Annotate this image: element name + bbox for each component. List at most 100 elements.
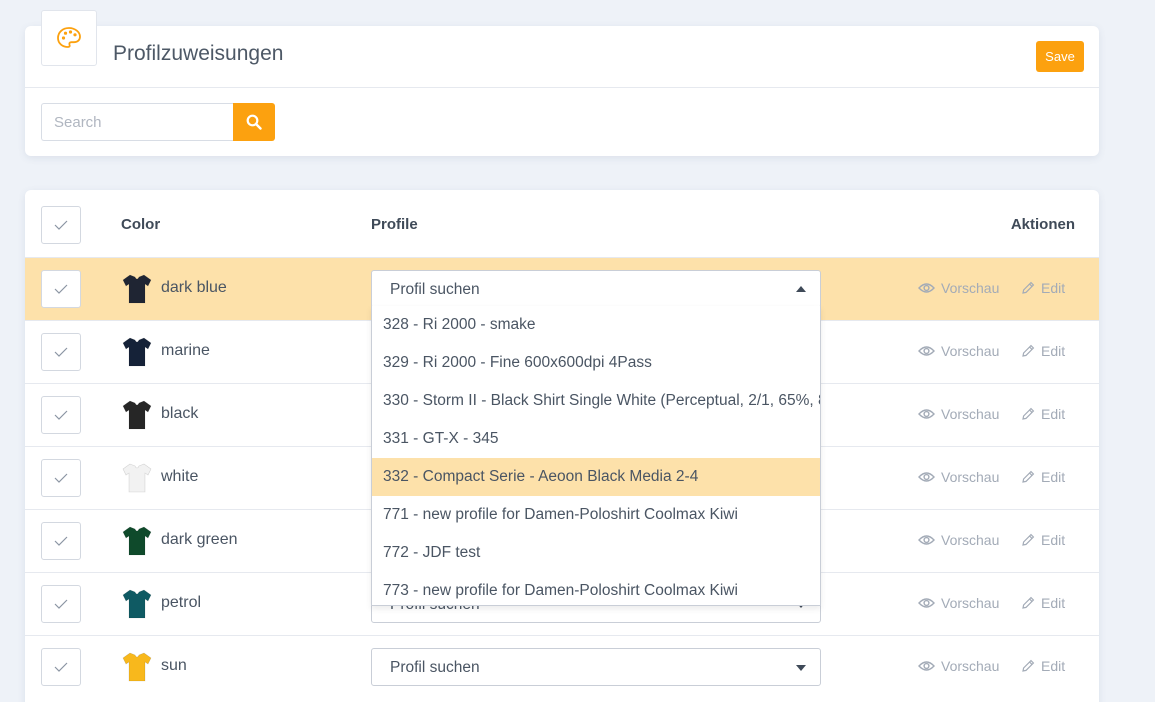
preview-label: Vorschau <box>941 532 1000 548</box>
pencil-icon <box>1022 281 1035 294</box>
eye-icon <box>918 346 935 356</box>
edit-label: Edit <box>1041 406 1066 422</box>
profile-select-value: Profil suchen <box>390 281 480 298</box>
row-checkbox[interactable] <box>41 522 81 560</box>
eye-icon <box>918 661 935 671</box>
profile-dropdown-list: 328 - Ri 2000 - smake 329 - Ri 2000 - Fin… <box>371 306 821 606</box>
row-checkbox[interactable] <box>41 459 81 497</box>
preview-label: Vorschau <box>941 658 1000 674</box>
dropdown-option[interactable]: 772 - JDF test <box>372 534 820 572</box>
check-icon <box>54 662 68 672</box>
preview-label: Vorschau <box>941 469 1000 485</box>
tshirt-icon <box>122 652 152 682</box>
preview-label: Vorschau <box>941 595 1000 611</box>
profile-select[interactable]: Profil suchen <box>371 270 821 308</box>
dropdown-option[interactable]: 773 - new profile for Damen-Poloshirt Co… <box>372 572 820 605</box>
preview-label: Vorschau <box>941 280 1000 296</box>
color-name: marine <box>161 342 210 359</box>
edit-button[interactable]: Edit <box>1021 343 1065 359</box>
select-all-checkbox[interactable] <box>41 206 81 244</box>
eye-icon <box>918 409 935 419</box>
preview-label: Vorschau <box>941 406 1000 422</box>
row-checkbox[interactable] <box>41 648 81 686</box>
edit-label: Edit <box>1041 469 1066 485</box>
check-icon <box>54 347 68 357</box>
eye-icon <box>918 472 935 482</box>
preview-button[interactable]: Vorschau <box>918 532 999 548</box>
save-button[interactable]: Save <box>1036 41 1084 72</box>
check-icon <box>54 410 68 420</box>
dropdown-option[interactable]: 771 - new profile for Damen-Poloshirt Co… <box>372 496 820 534</box>
pencil-icon <box>1022 533 1035 546</box>
edit-label: Edit <box>1041 343 1066 359</box>
pencil-icon <box>1022 470 1035 483</box>
edit-label: Edit <box>1041 280 1066 296</box>
dropdown-option[interactable]: 331 - GT-X - 345 <box>372 420 820 458</box>
edit-button[interactable]: Edit <box>1021 469 1065 485</box>
edit-button[interactable]: Edit <box>1021 280 1065 296</box>
edit-label: Edit <box>1041 595 1066 611</box>
column-header-actions: Aktionen <box>1010 216 1075 233</box>
profile-select-value: Profil suchen <box>390 659 480 676</box>
color-name: dark green <box>161 531 238 548</box>
search-icon <box>246 114 262 130</box>
tshirt-icon <box>122 337 152 367</box>
header-card: Profilzuweisungen Save <box>25 10 1099 156</box>
table-header: Color Profile Aktionen <box>25 190 1099 257</box>
color-name: black <box>161 405 199 422</box>
preview-button[interactable]: Vorschau <box>918 343 999 359</box>
edit-button[interactable]: Edit <box>1021 532 1065 548</box>
chevron-down-icon <box>796 665 806 671</box>
color-name: sun <box>161 657 187 674</box>
preview-button[interactable]: Vorschau <box>918 406 999 422</box>
preview-button[interactable]: Vorschau <box>918 280 999 296</box>
tshirt-icon <box>122 589 152 619</box>
dropdown-option[interactable]: 330 - Storm II - Black Shirt Single Whit… <box>372 382 820 420</box>
tshirt-icon <box>122 274 152 304</box>
dropdown-option[interactable]: 328 - Ri 2000 - smake <box>372 306 820 344</box>
edit-button[interactable]: Edit <box>1021 658 1065 674</box>
row-checkbox[interactable] <box>41 270 81 308</box>
dropdown-option[interactable]: 329 - Ri 2000 - Fine 600x600dpi 4Pass <box>372 344 820 382</box>
check-icon <box>54 284 68 294</box>
preview-button[interactable]: Vorschau <box>918 469 999 485</box>
preview-button[interactable]: Vorschau <box>918 595 999 611</box>
edit-label: Edit <box>1041 658 1066 674</box>
tshirt-icon <box>122 463 152 493</box>
check-icon <box>54 220 68 230</box>
eye-icon <box>918 598 935 608</box>
check-icon <box>54 536 68 546</box>
pencil-icon <box>1022 596 1035 609</box>
dropdown-option[interactable]: 332 - Compact Serie - Aeoon Black Media … <box>372 458 820 496</box>
header-bar: Profilzuweisungen Save <box>25 10 1099 88</box>
table-row: sun Profil suchen Vorschau Edit <box>25 635 1099 698</box>
row-checkbox[interactable] <box>41 396 81 434</box>
edit-button[interactable]: Edit <box>1021 595 1065 611</box>
tshirt-icon <box>122 400 152 430</box>
check-icon <box>54 599 68 609</box>
pencil-icon <box>1022 407 1035 420</box>
tshirt-icon <box>122 526 152 556</box>
search-button[interactable] <box>233 103 275 141</box>
row-checkbox[interactable] <box>41 585 81 623</box>
color-name: dark blue <box>161 279 227 296</box>
preview-label: Vorschau <box>941 343 1000 359</box>
edit-button[interactable]: Edit <box>1021 406 1065 422</box>
eye-icon <box>918 535 935 545</box>
edit-label: Edit <box>1041 532 1066 548</box>
row-checkbox[interactable] <box>41 333 81 371</box>
profile-select[interactable]: Profil suchen <box>371 648 821 686</box>
pencil-icon <box>1022 344 1035 357</box>
color-name: petrol <box>161 594 202 611</box>
preview-button[interactable]: Vorschau <box>918 658 999 674</box>
palette-icon <box>57 27 81 48</box>
column-header-color: Color <box>121 216 161 233</box>
chevron-up-icon <box>796 286 806 292</box>
eye-icon <box>918 283 935 293</box>
column-header-profile: Profile <box>371 216 418 233</box>
color-name: white <box>161 468 199 485</box>
page-title: Profilzuweisungen <box>113 42 284 65</box>
app-icon-box <box>41 10 97 66</box>
search-input[interactable] <box>41 103 234 141</box>
pencil-icon <box>1022 659 1035 672</box>
